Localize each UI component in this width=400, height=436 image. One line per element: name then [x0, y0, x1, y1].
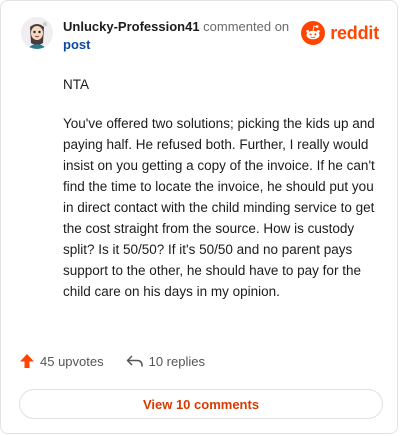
comment-card: Unlucky-Profession41 commented on post r… [0, 0, 398, 434]
comment-header: Unlucky-Profession41 commented on post [63, 18, 293, 54]
reddit-snoo-icon [301, 21, 326, 45]
comment-body: NTA You've offered two solutions; pickin… [63, 74, 379, 320]
avatar-icon [21, 17, 53, 49]
replies-button[interactable]: 10 replies [126, 354, 205, 369]
commented-on-text: commented on [203, 19, 290, 34]
upvote-arrow-icon [20, 354, 34, 368]
comment-paragraph: You've offered two solutions; picking th… [63, 116, 375, 299]
comment-paragraph: NTA [63, 77, 89, 92]
upvote-button[interactable]: 45 upvotes [19, 353, 104, 369]
upvote-count: 45 upvotes [40, 353, 104, 369]
reply-arrow-icon [126, 355, 143, 367]
comment-actions: 45 upvotes 10 replies [19, 353, 227, 369]
avatar[interactable] [21, 17, 53, 49]
reddit-wordmark: reddit [330, 22, 379, 43]
view-comments-button[interactable]: View 10 comments [19, 389, 383, 419]
reply-count: 10 replies [148, 353, 205, 369]
reddit-logo[interactable]: reddit [301, 21, 379, 45]
username-link[interactable]: Unlucky-Profession41 [63, 19, 200, 34]
post-link[interactable]: post [63, 36, 293, 54]
